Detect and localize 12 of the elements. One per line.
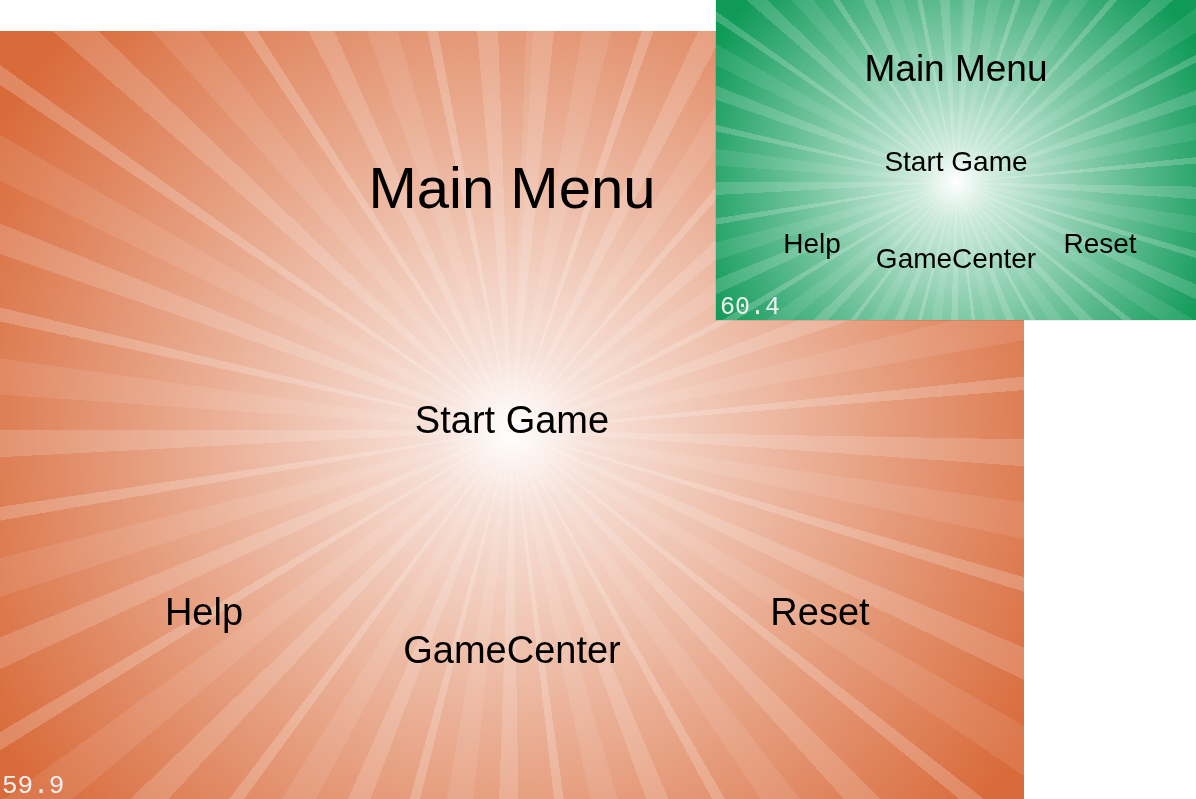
menu-item[interactable]: Reset <box>770 593 870 631</box>
menu-title: Main Menu <box>368 159 656 217</box>
menu-item[interactable]: Help <box>164 593 244 631</box>
fps-counter: 59.9 <box>1 773 65 799</box>
fps-counter: 60.4 <box>719 295 780 320</box>
menu-item[interactable]: Start Game <box>884 148 1028 176</box>
menu-item[interactable]: GameCenter <box>403 631 621 669</box>
menu-item[interactable]: Reset <box>1063 230 1137 258</box>
menu-item[interactable]: Help <box>783 230 841 258</box>
menu-item[interactable]: GameCenter <box>875 245 1037 273</box>
menu-title: Main Menu <box>864 50 1048 87</box>
menu-item[interactable]: Start Game <box>414 401 610 439</box>
